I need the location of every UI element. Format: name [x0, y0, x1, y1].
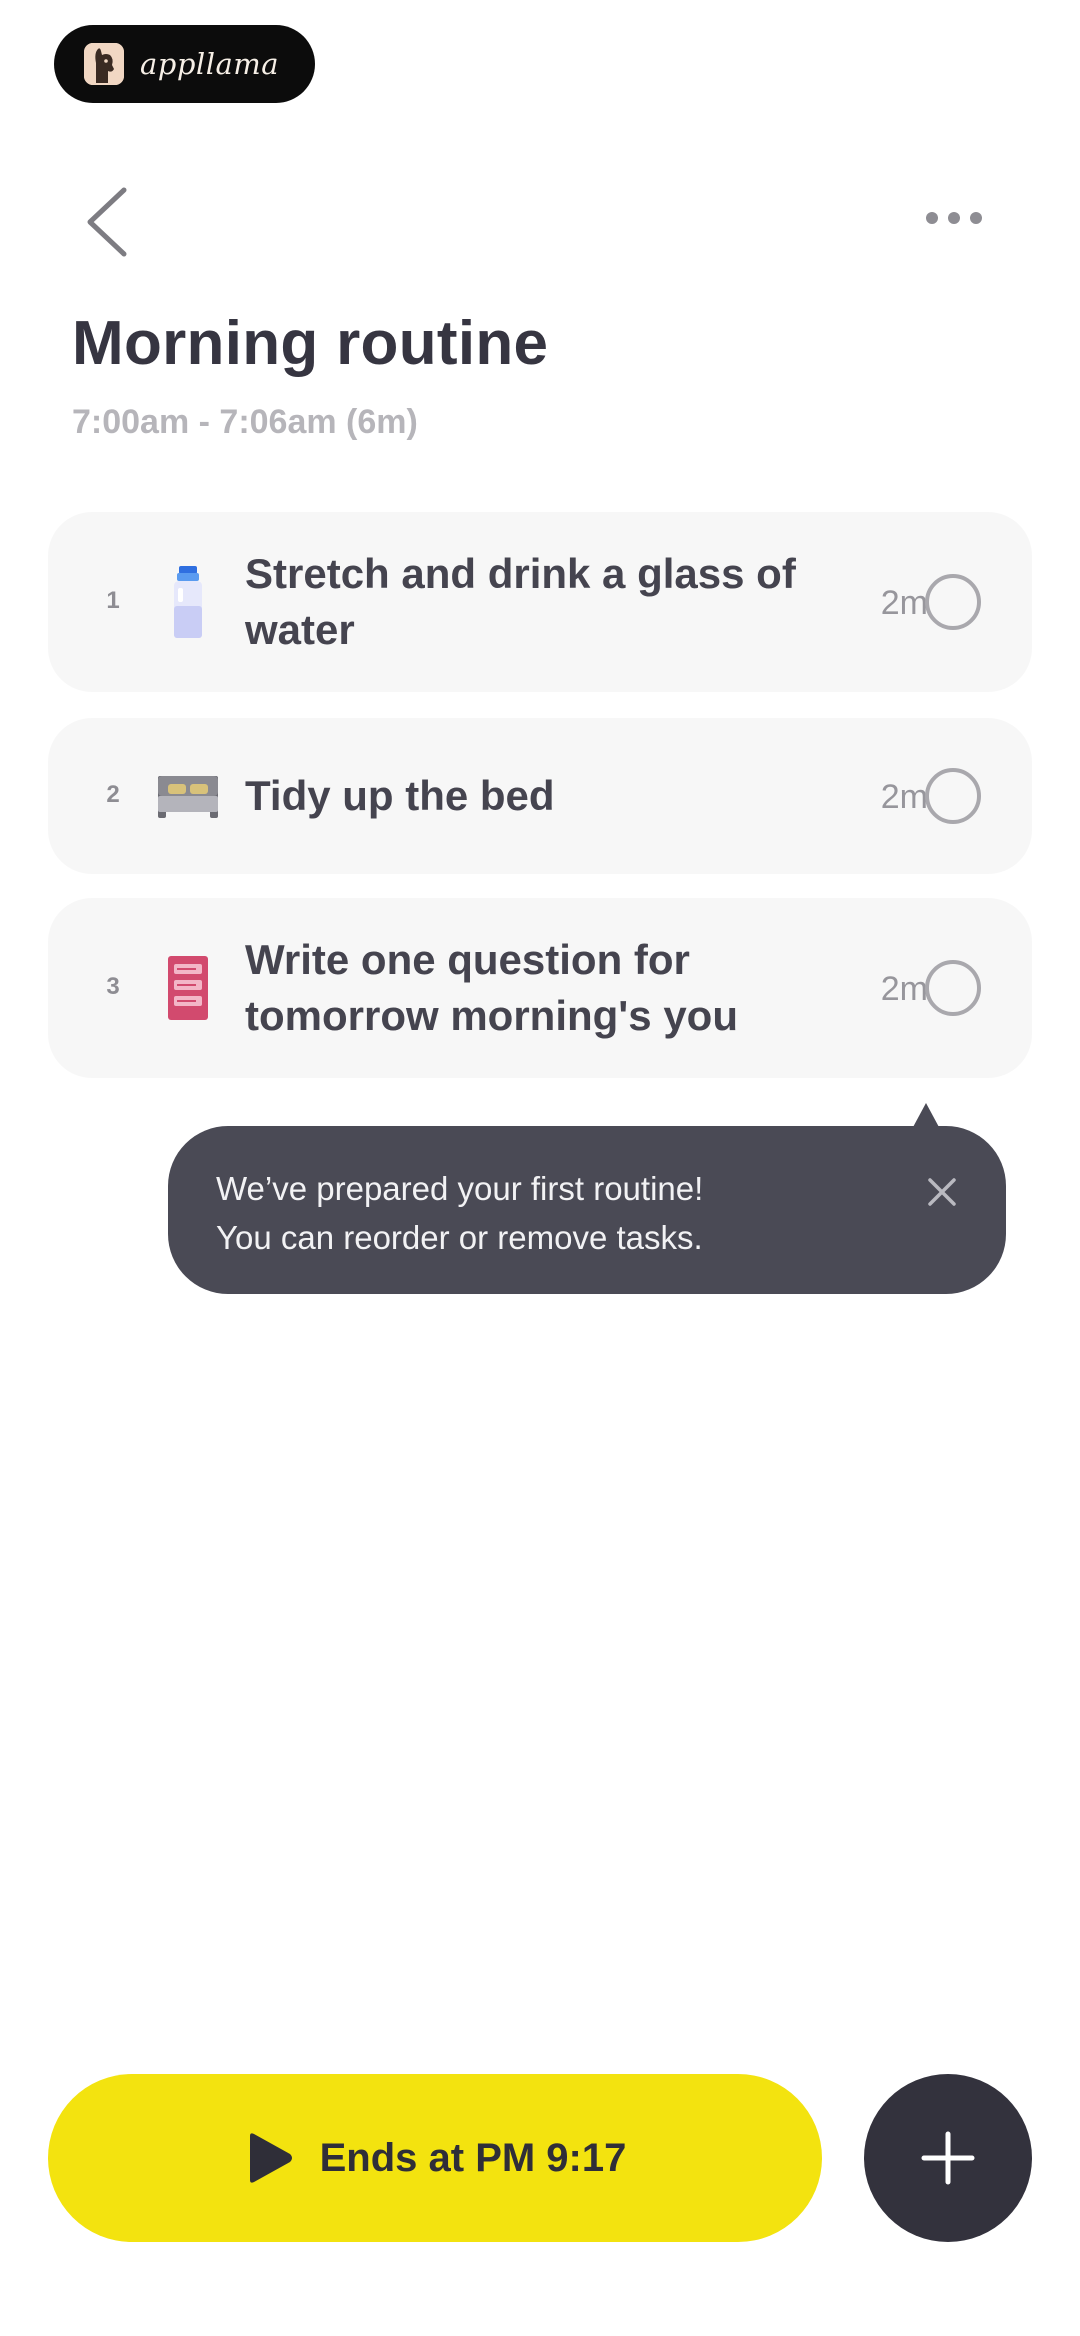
start-routine-button[interactable]: Ends at PM 9:17	[48, 2074, 822, 2242]
task-number: 3	[106, 973, 120, 1000]
task-duration: 2m	[880, 584, 928, 622]
chevron-left-icon	[87, 187, 127, 257]
tooltip-text: We’ve prepared your first routine! You c…	[216, 1164, 896, 1262]
more-options-button[interactable]	[920, 198, 988, 238]
play-icon	[249, 2133, 292, 2183]
brand-name: appllama	[140, 47, 280, 81]
brand-badge: appllama	[54, 25, 315, 103]
tooltip-line-1: We’ve prepared your first routine!	[216, 1170, 704, 1207]
task-item[interactable]: 3 Write one question for tomorrow mornin…	[48, 898, 1032, 1078]
close-icon	[928, 1178, 956, 1206]
water-bottle-icon	[148, 562, 228, 642]
task-number: 2	[106, 781, 120, 808]
routine-time-range: 7:00am - 7:06am (6m)	[72, 403, 418, 441]
plus-icon	[921, 2131, 975, 2185]
llama-logo-icon	[84, 43, 124, 85]
more-horizontal-icon	[926, 212, 982, 224]
page-title: Morning routine	[72, 309, 549, 378]
task-title: Tidy up the bed	[245, 772, 555, 819]
routine-screen: appllama Morning routine 7:00am - 7:06am…	[0, 0, 1080, 2336]
task-title: Stretch and drink a glass of water	[245, 550, 796, 653]
back-button[interactable]	[76, 182, 136, 262]
onboarding-tooltip: We’ve prepared your first routine! You c…	[168, 1126, 1006, 1294]
task-complete-checkbox[interactable]	[925, 574, 981, 630]
task-complete-checkbox[interactable]	[925, 768, 981, 824]
task-item[interactable]: 1 Stretch and drink a glass of water 2m	[48, 512, 1032, 692]
tooltip-line-2: You can reorder or remove tasks.	[216, 1219, 703, 1256]
tooltip-close-button[interactable]	[920, 1170, 964, 1214]
task-complete-checkbox[interactable]	[925, 960, 981, 1016]
bed-icon	[148, 756, 228, 836]
start-routine-label: Ends at PM 9:17	[319, 2135, 627, 2180]
task-duration: 2m	[880, 970, 928, 1008]
add-task-button[interactable]	[864, 2074, 1032, 2242]
task-number: 1	[106, 587, 120, 614]
task-duration: 2m	[880, 778, 928, 816]
task-item[interactable]: 2 Tidy up the bed 2m	[48, 718, 1032, 874]
task-title: Write one question for tomorrow morning'…	[245, 936, 738, 1039]
notes-icon	[148, 948, 228, 1028]
